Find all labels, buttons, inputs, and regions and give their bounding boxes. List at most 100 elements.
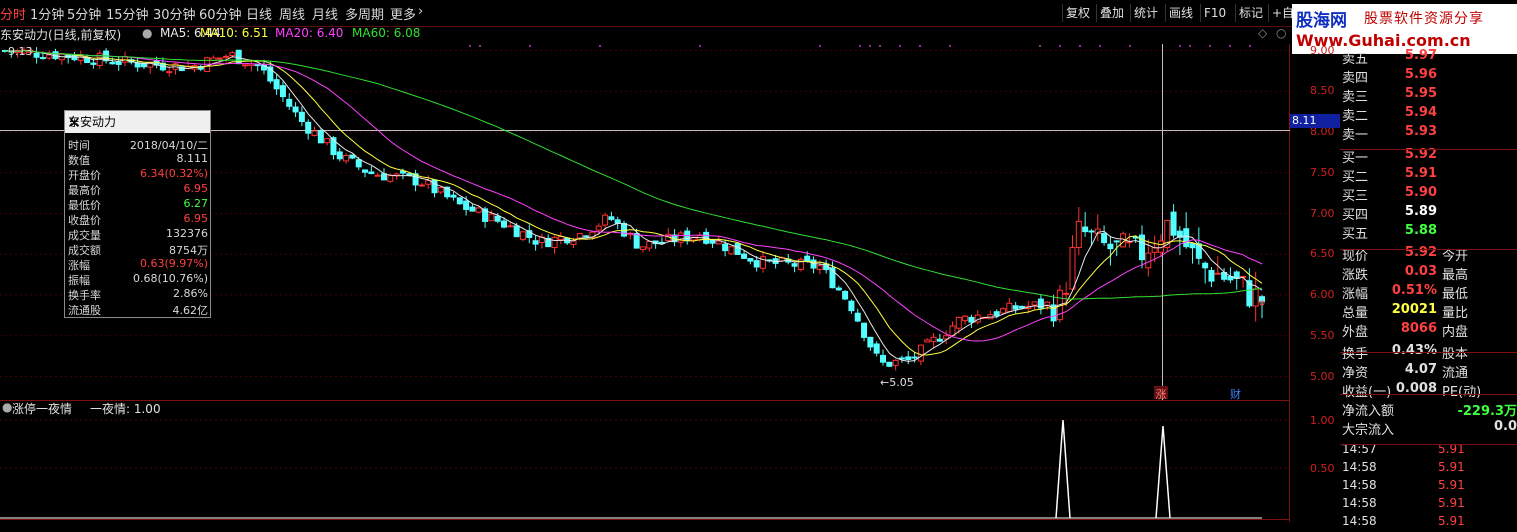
price-axis-label: 6.00 <box>1310 288 1335 302</box>
candle-body <box>115 61 122 65</box>
order-level-price: 5.88 <box>1404 223 1437 238</box>
chevron-right-icon[interactable]: › <box>418 4 423 19</box>
overlay-button[interactable]: 叠加 <box>1096 4 1127 22</box>
tick-row: 14:58 5.91 <box>1340 496 1517 514</box>
stats-button[interactable]: 统计 <box>1130 4 1161 22</box>
candle-body <box>355 159 362 168</box>
flow-label: 净流入额 <box>1342 404 1395 419</box>
popup-row-value: 6.34(0.32%) <box>139 167 208 180</box>
quote-value: 8066 <box>1400 321 1437 336</box>
tick-price: 5.91 <box>1438 514 1465 528</box>
tab-weekly[interactable]: 周线 <box>279 4 305 23</box>
candle-body <box>1183 228 1190 248</box>
popup-row-value: 6.27 <box>183 197 209 210</box>
popup-row-value: 8754万 <box>169 244 208 257</box>
candle-body <box>633 233 640 249</box>
tab-more[interactable]: 更多 <box>390 4 416 23</box>
candle-body <box>488 213 495 222</box>
tick-time: 14:58 <box>1342 460 1377 474</box>
candle-body <box>532 240 539 245</box>
tab-15min[interactable]: 15分钟 <box>106 4 149 23</box>
low-price-label: 5.05 <box>889 376 914 389</box>
tab-1min[interactable]: 1分钟 <box>30 4 64 23</box>
candle-body <box>1145 252 1152 269</box>
candle-body <box>880 354 887 363</box>
buy-level: 买三 5.90 <box>1340 185 1517 204</box>
quote-row: 涨幅 0.51% 最低 <box>1340 283 1517 302</box>
adjust-button[interactable]: 复权 <box>1062 4 1093 22</box>
chart-info-line: 东安动力(日线,前复权) ● MA5: 6.44 MA10: 6.51 MA20… <box>0 26 1290 42</box>
tab-60min[interactable]: 60分钟 <box>199 4 242 23</box>
quote-row: 涨跌 0.03 最高 <box>1340 264 1517 283</box>
candle-body <box>1012 305 1019 310</box>
candle-body <box>324 138 331 144</box>
candle-body <box>595 225 602 231</box>
candle-body <box>166 71 173 74</box>
buy-level: 买四 5.89 <box>1340 204 1517 223</box>
tab-daily[interactable]: 日线 <box>246 4 272 23</box>
popup-title-bar: 东安动力 ✕ <box>65 111 210 133</box>
popup-row-value: 2018/04/10/二 <box>129 139 208 152</box>
popup-row-key: 涨幅 <box>68 259 90 272</box>
popup-row-key: 成交量 <box>68 229 101 242</box>
order-level-price: 5.90 <box>1404 185 1437 200</box>
popup-row-key: 流通股 <box>68 304 101 317</box>
event-dot <box>529 45 531 47</box>
order-level-label: 卖五 <box>1342 52 1369 67</box>
panel-separator <box>1340 249 1517 250</box>
quote-label-2: 最高 <box>1442 268 1469 283</box>
low-price-arrow: ←5.05 <box>880 376 914 389</box>
tick-time: 14:58 <box>1342 514 1377 528</box>
candle-body <box>955 316 962 329</box>
popup-row: 换手率 2.86% <box>65 287 210 302</box>
mark-button[interactable]: 标记 <box>1235 4 1266 22</box>
tab-intraday[interactable]: 分时 <box>0 4 26 23</box>
quote-label: 外盘 <box>1342 325 1369 340</box>
event-dot <box>1249 45 1251 47</box>
quote-label: 涨幅 <box>1342 287 1369 302</box>
settings-circle-icon[interactable]: ● <box>142 26 152 40</box>
candle-body <box>501 220 508 228</box>
popup-row-key: 最高价 <box>68 184 101 197</box>
candle-body <box>842 290 849 300</box>
event-dot <box>1059 45 1061 47</box>
popup-row-key: 时间 <box>68 139 90 152</box>
popup-row: 时间 2018/04/10/二 <box>65 137 210 152</box>
quote-label-2: 量比 <box>1442 306 1469 321</box>
candle-body <box>1101 232 1108 244</box>
sell-level: 卖二 5.94 <box>1340 105 1517 124</box>
draw-button[interactable]: 画线 <box>1165 4 1196 22</box>
diamond-icon[interactable]: ◇ <box>1258 26 1267 40</box>
quote-label-2: 最低 <box>1442 287 1469 302</box>
close-icon[interactable]: ✕ <box>68 112 204 134</box>
tab-monthly[interactable]: 月线 <box>312 4 338 23</box>
tick-price: 5.91 <box>1438 460 1465 474</box>
quote-label: 涨跌 <box>1342 268 1369 283</box>
candle-body <box>993 311 1000 317</box>
event-dot <box>599 45 601 47</box>
candle-body <box>968 316 975 323</box>
candle-body <box>602 214 609 226</box>
circle-icon[interactable]: ○ <box>1276 26 1286 40</box>
popup-row-value: 6.95 <box>183 182 209 195</box>
tab-5min[interactable]: 5分钟 <box>67 4 101 23</box>
candle-body <box>867 336 874 348</box>
candle-body <box>848 300 855 312</box>
order-level-price: 5.95 <box>1404 86 1437 101</box>
event-dot <box>1189 45 1191 47</box>
f10-button[interactable]: F10 <box>1200 4 1229 22</box>
popup-row: 成交额 8754万 <box>65 242 210 257</box>
popup-row: 振幅 0.68(10.76%) <box>65 272 210 287</box>
event-dot <box>949 45 951 47</box>
order-level-price: 5.91 <box>1404 166 1437 181</box>
tab-30min[interactable]: 30分钟 <box>153 4 196 23</box>
popup-row-key: 振幅 <box>68 274 90 287</box>
candle-body <box>608 216 615 220</box>
limit-up-marker[interactable]: 涨 <box>1154 386 1168 401</box>
indicator-chart[interactable] <box>0 400 1290 522</box>
candle-body <box>469 206 476 212</box>
tab-multi-period[interactable]: 多周期 <box>345 4 384 23</box>
candle-body <box>715 240 722 245</box>
candle-body <box>1252 288 1259 307</box>
candle-body <box>1000 308 1007 314</box>
